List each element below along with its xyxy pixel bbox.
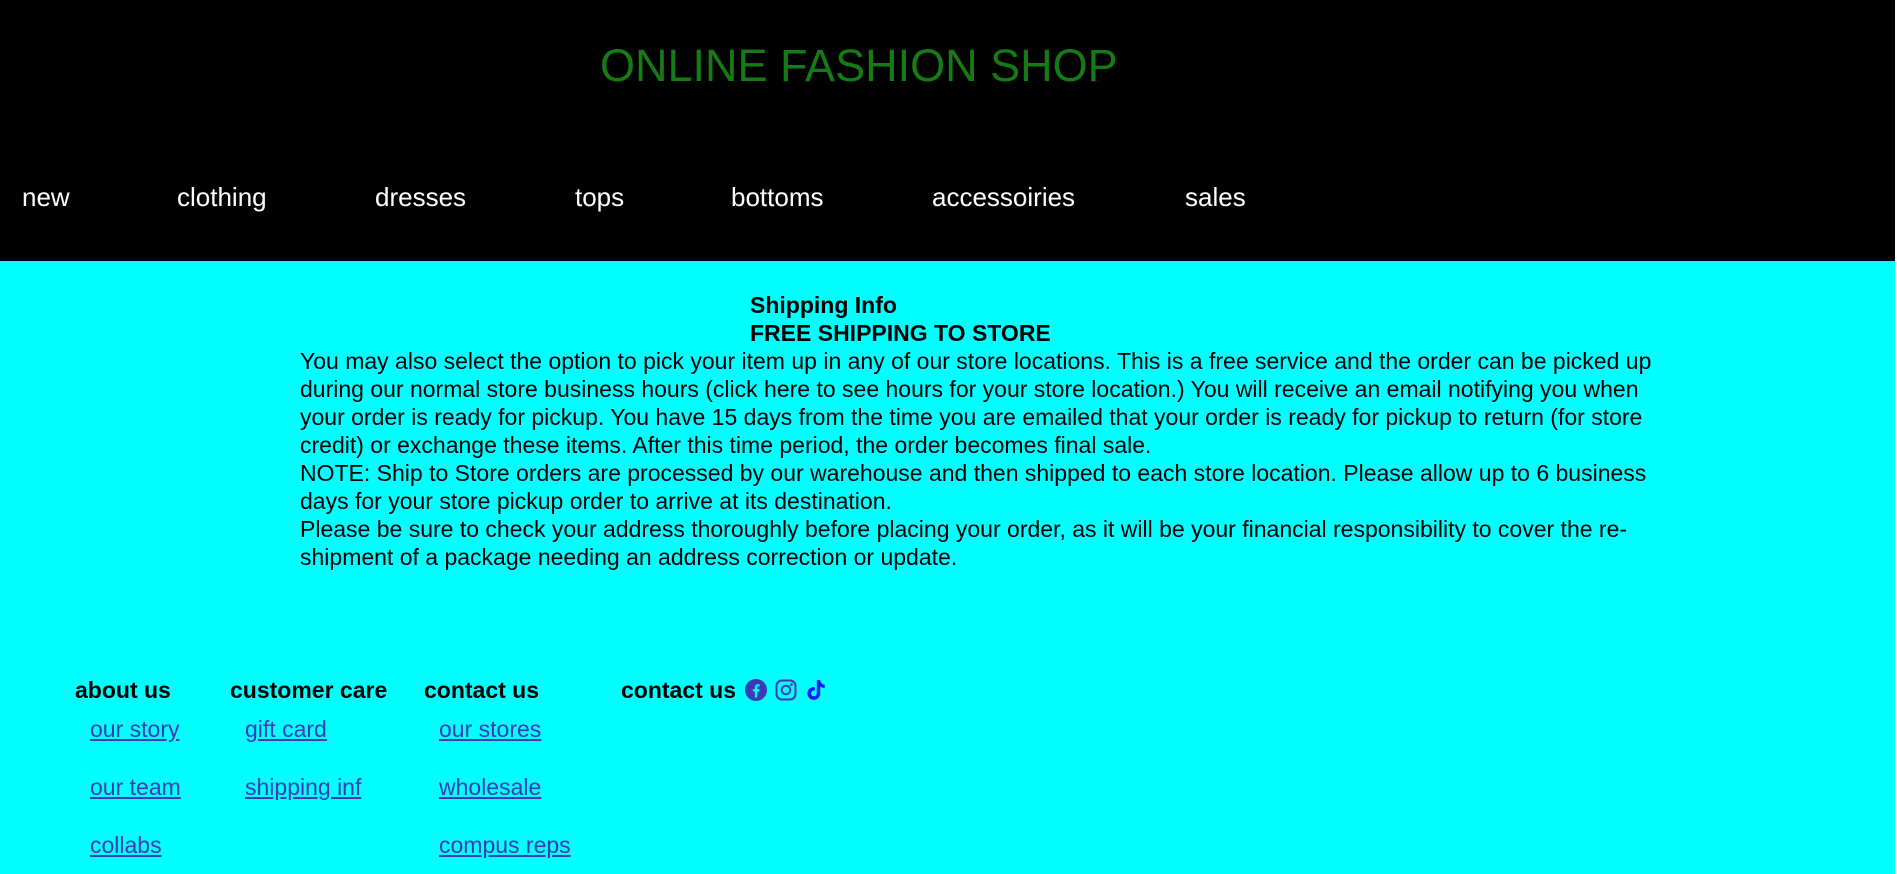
footer-care-heading: customer care bbox=[230, 676, 388, 703]
footer-contact-us: contact us our stores wholesale compus r… bbox=[424, 673, 571, 859]
address-paragraph: Please be sure to check your address tho… bbox=[300, 516, 1628, 570]
footer-about-heading: about us bbox=[75, 676, 171, 703]
nav-item-clothing[interactable]: clothing bbox=[177, 182, 267, 213]
nav-item-tops[interactable]: tops bbox=[575, 182, 624, 213]
footer-social-heading: contact us bbox=[621, 676, 737, 703]
footer-link-our-team[interactable]: our team bbox=[90, 773, 181, 801]
shipping-info-heading: Shipping Info bbox=[750, 292, 897, 318]
nav-item-bottoms[interactable]: bottoms bbox=[731, 182, 824, 213]
footer-link-gift-card[interactable]: gift card bbox=[245, 715, 387, 743]
footer-link-our-story[interactable]: our story bbox=[90, 715, 181, 743]
footer-link-shipping-inf[interactable]: shipping inf bbox=[245, 773, 387, 801]
free-shipping-heading: FREE SHIPPING TO STORE bbox=[750, 320, 1051, 346]
nav-item-accessoiries[interactable]: accessoiries bbox=[932, 182, 1075, 213]
footer-contact-heading: contact us bbox=[424, 676, 540, 703]
facebook-icon[interactable] bbox=[744, 678, 768, 702]
nav-item-dresses[interactable]: dresses bbox=[375, 182, 466, 213]
footer-link-collabs[interactable]: collabs bbox=[90, 831, 181, 859]
footer-link-our-stores[interactable]: our stores bbox=[439, 715, 571, 743]
tiktok-icon[interactable] bbox=[804, 678, 828, 702]
footer-link-compus-reps[interactable]: compus reps bbox=[439, 831, 571, 859]
footer-social: contact us bbox=[621, 673, 828, 707]
pickup-paragraph: You may also select the option to pick y… bbox=[300, 348, 1652, 458]
social-icons bbox=[744, 678, 828, 702]
nav-item-new[interactable]: new bbox=[22, 182, 70, 213]
footer-about-us: about us our story our team collabs bbox=[75, 673, 181, 859]
nav-item-sales[interactable]: sales bbox=[1185, 182, 1246, 213]
footer-customer-care: customer care gift card shipping inf bbox=[230, 673, 387, 801]
footer-social-heading-row: contact us bbox=[621, 673, 828, 707]
instagram-icon[interactable] bbox=[774, 678, 798, 702]
shipping-info-section: Shipping Info FREE SHIPPING TO STORE You… bbox=[300, 291, 1660, 571]
footer-link-wholesale[interactable]: wholesale bbox=[439, 773, 571, 801]
site-header: ONLINE FASHION SHOP new clothing dresses… bbox=[0, 0, 1895, 261]
note-paragraph: NOTE: Ship to Store orders are processed… bbox=[300, 460, 1647, 514]
site-title: ONLINE FASHION SHOP bbox=[600, 40, 1118, 91]
